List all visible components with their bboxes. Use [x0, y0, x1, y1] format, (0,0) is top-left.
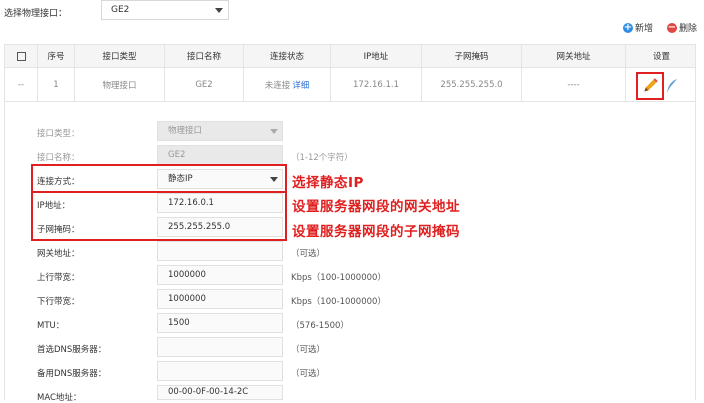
up-bandwidth-hint: Kbps（100-1000000） — [291, 273, 386, 283]
detail-link[interactable]: 详细 — [292, 79, 309, 91]
dns2-hint: （可选） — [291, 369, 326, 379]
add-button[interactable]: + 新增 — [623, 21, 653, 34]
plus-circle-icon: + — [623, 21, 633, 33]
mac-label: MAC地址： — [37, 393, 82, 403]
gateway-label: 网关地址： — [37, 249, 80, 259]
col-mask: 子网掩码 — [421, 45, 521, 67]
annotation-static-ip: 选择静态IP — [292, 175, 364, 191]
table-header: 序号 接口类型 接口名称 连接状态 IP地址 子网掩码 网关地址 设置 — [4, 44, 696, 68]
delete-button-label: 删除 — [679, 24, 698, 34]
col-name: 接口名称 — [164, 45, 243, 67]
select-all-checkbox[interactable] — [16, 51, 26, 61]
delete-button[interactable]: − 删除 — [667, 21, 697, 34]
highlight-box-conn-row — [31, 164, 287, 193]
dns1-hint: （可选） — [291, 345, 326, 355]
col-settings: 设置 — [625, 45, 697, 67]
down-bandwidth-label: 下行带宽： — [37, 297, 80, 307]
dns2-input[interactable] — [157, 361, 283, 381]
iface-type-select: 物理接口 — [157, 121, 283, 141]
up-bandwidth-input[interactable]: 1000000 — [157, 265, 283, 285]
col-type: 接口类型 — [74, 45, 164, 67]
iface-name-input: GE2 — [157, 145, 283, 165]
down-bandwidth-input[interactable]: 1000000 — [157, 289, 283, 309]
iface-type-value: 物理接口 — [168, 126, 203, 136]
chevron-down-icon — [215, 8, 223, 13]
iface-name-label: 接口名称： — [37, 153, 80, 163]
col-index: 序号 — [37, 45, 74, 67]
gateway-input[interactable] — [157, 241, 283, 261]
edit-form — [4, 92, 696, 400]
annotation-gateway: 设置服务器网段的网关地址 — [292, 199, 460, 215]
port-select[interactable]: GE2 — [101, 0, 229, 20]
col-ip: IP地址 — [330, 45, 421, 67]
minus-circle-icon: − — [667, 21, 677, 33]
dns1-label: 首选DNS服务器： — [37, 345, 107, 355]
dns1-input[interactable] — [157, 337, 283, 357]
add-button-label: 新增 — [635, 24, 654, 34]
annotation-mask: 设置服务器网段的子网掩码 — [292, 224, 460, 240]
gateway-hint: （可选） — [291, 249, 326, 259]
up-bandwidth-label: 上行带宽： — [37, 273, 80, 283]
port-select-value: GE2 — [111, 5, 130, 15]
col-gateway: 网关地址 — [521, 45, 625, 67]
port-select-label: 选择物理接口： — [4, 9, 68, 19]
col-status: 连接状态 — [243, 45, 330, 67]
iface-type-label: 接口类型： — [37, 129, 80, 139]
mac-input[interactable]: 00-00-0F-00-14-2C — [157, 385, 283, 400]
down-bandwidth-hint: Kbps（100-1000000） — [291, 297, 386, 307]
mtu-input[interactable]: 1500 — [157, 313, 283, 333]
mtu-label: MTU： — [37, 321, 65, 331]
dns2-label: 备用DNS服务器： — [37, 369, 107, 379]
mtu-hint: （576-1500） — [291, 321, 349, 331]
chevron-down-icon — [270, 129, 278, 134]
row-status: 未连接 — [264, 80, 291, 91]
select-all-cell — [5, 45, 37, 67]
iface-name-hint: （1-12个字符） — [291, 153, 353, 163]
